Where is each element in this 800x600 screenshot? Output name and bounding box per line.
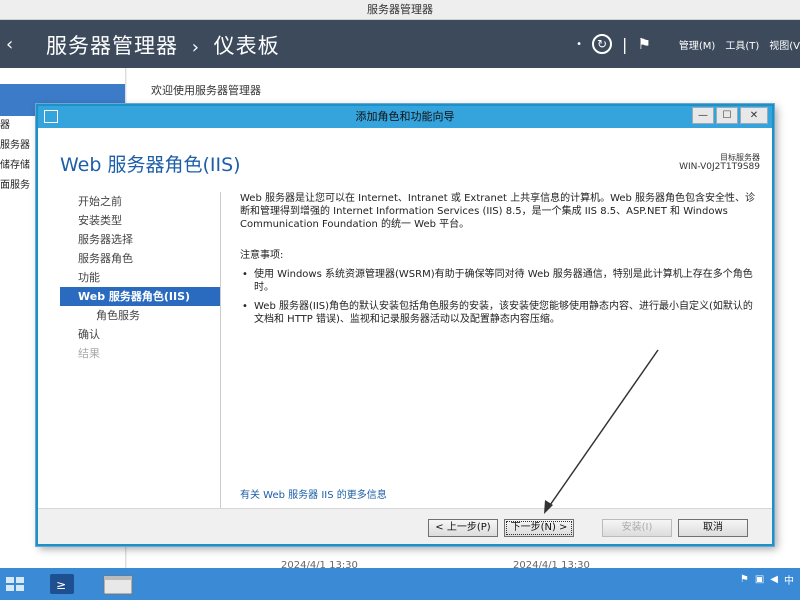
wizard-footer: < 上一步(P) 下一步(N) > 安装(I) 取消 xyxy=(38,508,772,544)
wizard-title: 添加角色和功能向导 xyxy=(355,110,455,123)
minimize-icon[interactable]: — xyxy=(692,107,714,124)
window-title: 服务器管理器 xyxy=(367,3,433,16)
previous-button[interactable]: < 上一步(P) xyxy=(428,519,498,537)
install-button: 安装(I) xyxy=(602,519,672,537)
step-results: 结果 xyxy=(78,347,100,360)
step-role-services[interactable]: 角色服务 xyxy=(60,306,220,325)
notifications-flag-icon[interactable]: ⚑ xyxy=(637,35,650,53)
step-before-you-begin[interactable]: 开始之前 xyxy=(60,192,220,211)
volume-icon[interactable]: ◀ xyxy=(770,574,778,585)
taskbar: ≥ ⚑ ▣ ◀ 中 xyxy=(0,568,800,600)
breadcrumb-root[interactable]: 服务器管理器 xyxy=(46,34,178,58)
window-titlebar: 服务器管理器 xyxy=(0,0,800,20)
refresh-icon[interactable]: ↻ xyxy=(592,34,613,54)
app-header: ‹ 服务器管理器 › 仪表板 • ↻ | ⚑ 管理(M) 工具(T) 视图(V xyxy=(0,20,800,68)
step-installation-type[interactable]: 安装类型 xyxy=(60,211,220,230)
step-confirmation[interactable]: 确认 xyxy=(60,325,220,344)
system-tray: ⚑ ▣ ◀ 中 xyxy=(740,572,794,587)
tray-flag-icon[interactable]: ⚑ xyxy=(740,574,749,585)
breadcrumb-separator: › xyxy=(191,37,200,58)
notes-heading: 注意事项: xyxy=(240,250,284,261)
step-server-selection[interactable]: 服务器选择 xyxy=(60,230,220,249)
step-server-roles[interactable]: 服务器角色 xyxy=(60,249,220,268)
wizard-titlebar[interactable]: 添加角色和功能向导 — ☐ ✕ xyxy=(38,106,772,128)
target-server-name: WIN-V0J2T1T9S89 xyxy=(679,162,760,172)
note-item: 使用 Windows 系统资源管理器(WSRM)有助于确保等同对待 Web 服务… xyxy=(240,268,760,294)
ime-icon[interactable]: 中 xyxy=(784,572,794,587)
breadcrumb-current: 仪表板 xyxy=(213,34,280,58)
powershell-icon[interactable]: ≥ xyxy=(42,571,82,597)
page-title: Web 服务器角色(IIS) xyxy=(60,154,241,176)
note-item: Web 服务器(IIS)角色的默认安装包括角色服务的安装，该安装使您能够使用静态… xyxy=(240,300,760,326)
dropdown-dot-icon[interactable]: • xyxy=(576,39,582,50)
maximize-icon[interactable]: ☐ xyxy=(716,107,738,124)
intro-paragraph: Web 服务器是让您可以在 Internet、Intranet 或 Extran… xyxy=(240,193,756,230)
step-features[interactable]: 功能 xyxy=(60,268,220,287)
welcome-heading: 欢迎使用服务器管理器 xyxy=(151,84,261,97)
header-tools: • ↻ | ⚑ 管理(M) 工具(T) 视图(V xyxy=(576,34,800,54)
step-web-server-role[interactable]: Web 服务器角色(IIS) xyxy=(60,287,220,306)
page-content: Web 服务器是让您可以在 Internet、Intranet 或 Extran… xyxy=(240,192,760,332)
wizard-body: Web 服务器角色(IIS) 目标服务器 WIN-V0J2T1T9S89 开始之… xyxy=(38,128,772,522)
start-icon[interactable] xyxy=(2,571,30,597)
menu-manage[interactable]: 管理(M) xyxy=(679,37,715,52)
wizard-steps: 开始之前 安装类型 服务器选择 服务器角色 功能 Web 服务器角色(IIS) … xyxy=(60,192,220,363)
svg-text:≥: ≥ xyxy=(56,578,66,592)
steps-divider xyxy=(220,192,221,522)
network-icon[interactable]: ▣ xyxy=(755,574,764,585)
next-button[interactable]: 下一步(N) > xyxy=(504,519,574,537)
separator-bar: | xyxy=(622,34,628,54)
back-chevron-icon[interactable]: ‹ xyxy=(6,34,13,55)
menu-tools[interactable]: 工具(T) xyxy=(725,37,759,52)
breadcrumb: 服务器管理器 › 仪表板 xyxy=(46,30,280,60)
cancel-button[interactable]: 取消 xyxy=(678,519,748,537)
add-roles-wizard-dialog: 添加角色和功能向导 — ☐ ✕ Web 服务器角色(IIS) 目标服务器 WIN… xyxy=(36,104,774,546)
close-icon[interactable]: ✕ xyxy=(740,107,768,124)
more-info-link[interactable]: 有关 Web 服务器 IIS 的更多信息 xyxy=(240,486,387,501)
menu-view[interactable]: 视图(V xyxy=(769,37,800,52)
file-explorer-icon[interactable] xyxy=(98,571,138,597)
